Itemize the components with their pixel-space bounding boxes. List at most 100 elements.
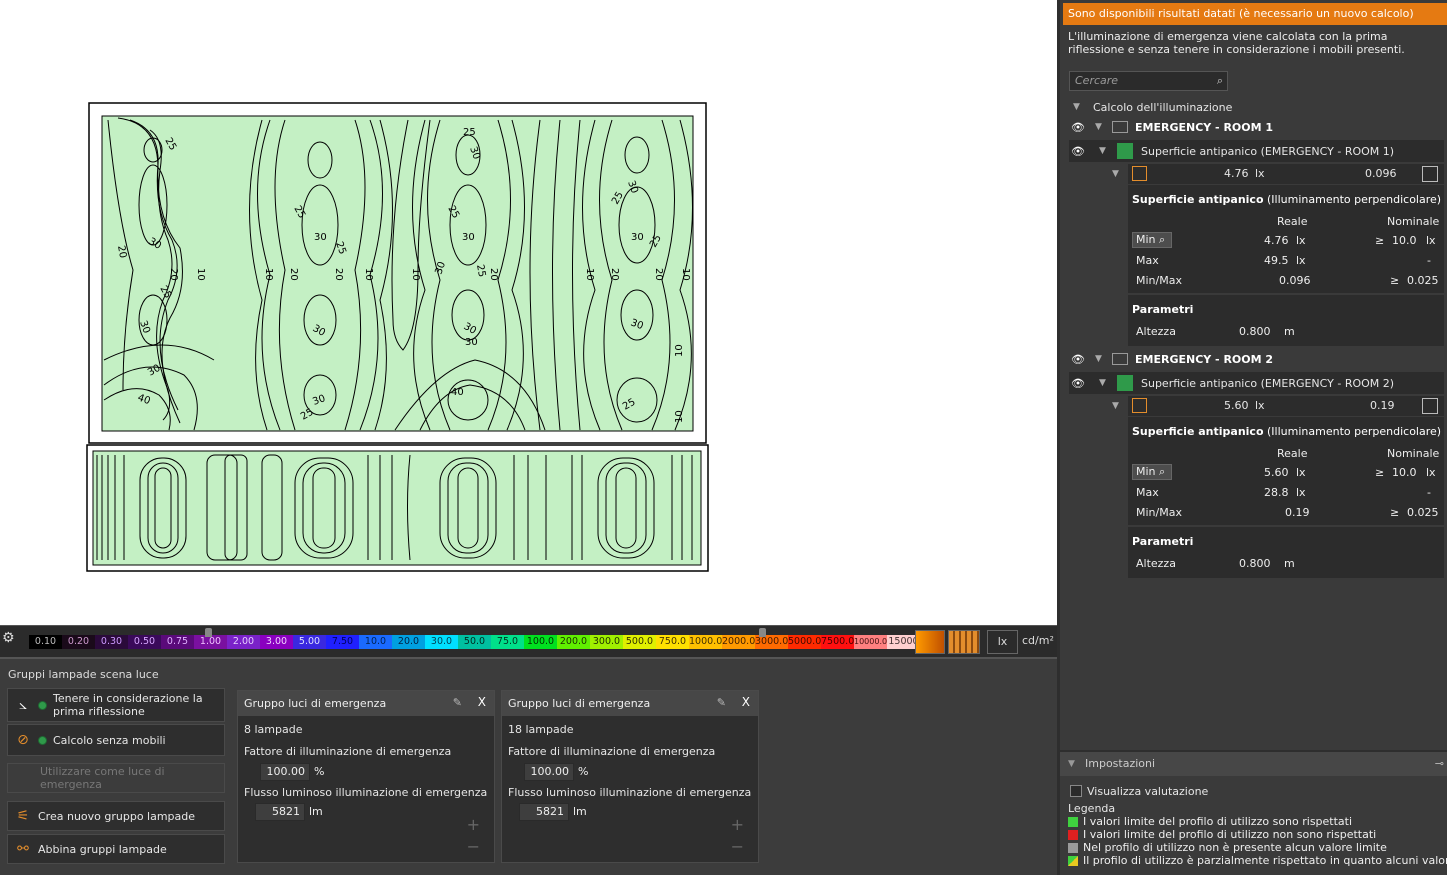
svg-text:30: 30 bbox=[465, 337, 478, 348]
scale-min-handle[interactable] bbox=[205, 628, 212, 637]
curve-icon[interactable] bbox=[1422, 398, 1438, 414]
first-reflection-label: Tenere in considerazione la prima rifles… bbox=[53, 692, 203, 718]
isoline-viewport[interactable]: 25 30 20 10 25 30 20 30 40 25 30 10 20 2… bbox=[0, 0, 1057, 625]
tree-surface-2[interactable]: 👁 ▼ Superficie antipanico (EMERGENCY - R… bbox=[1069, 372, 1444, 394]
scale-max-handle[interactable] bbox=[759, 628, 766, 637]
edit-icon[interactable]: ✎ bbox=[717, 696, 726, 709]
tree-root[interactable]: ▼ Calcolo dell'illuminazione bbox=[1069, 96, 1444, 118]
results-tree: ▼ Calcolo dell'illuminazione 👁 ▼ EMERGEN… bbox=[1069, 96, 1444, 744]
chevron-down-icon[interactable]: ▼ bbox=[1095, 354, 1102, 364]
plus-icon[interactable]: + bbox=[467, 815, 480, 834]
group-title: Gruppo luci di emergenza bbox=[508, 697, 651, 710]
tree-room-2[interactable]: 👁 ▼ EMERGENCY - ROOM 2 bbox=[1069, 348, 1444, 370]
row-label: Min bbox=[1136, 465, 1156, 478]
flux-input[interactable]: 5821 bbox=[255, 803, 305, 821]
card-divider bbox=[1128, 293, 1444, 295]
min-locate-button[interactable]: Min ⌕ bbox=[1132, 464, 1172, 480]
create-lamp-group-button[interactable]: ⚟ Crea nuovo gruppo lampade bbox=[7, 801, 225, 831]
factor-input[interactable]: 100.00 bbox=[260, 763, 310, 781]
close-group-button[interactable]: X bbox=[478, 695, 486, 709]
eye-icon[interactable]: 👁 bbox=[1071, 121, 1085, 134]
chevron-down-icon[interactable]: ▼ bbox=[1099, 378, 1106, 388]
settings-header[interactable]: ▼ Impostazioni ⊸ bbox=[1060, 752, 1447, 776]
no-furniture-button[interactable]: ⊘ Calcolo senza mobili bbox=[7, 724, 225, 756]
chevron-down-icon[interactable]: ▼ bbox=[1068, 752, 1075, 776]
unit-cd-label[interactable]: cd/m² bbox=[1022, 634, 1054, 647]
use-as-emergency-button[interactable]: Utilizzare come luce di emergenza bbox=[7, 763, 225, 793]
scale-step: 3000.0 bbox=[755, 635, 788, 649]
tree-surface-1[interactable]: 👁 ▼ Superficie antipanico (EMERGENCY - R… bbox=[1069, 140, 1444, 162]
legend-swatch bbox=[1068, 816, 1078, 827]
eye-icon[interactable]: 👁 bbox=[1071, 145, 1085, 158]
height-label: Altezza bbox=[1136, 557, 1176, 570]
flux-input[interactable]: 5821 bbox=[519, 803, 569, 821]
svg-text:10: 10 bbox=[410, 268, 421, 281]
scale-track[interactable]: 0.10 0.20 0.30 0.50 0.75 1.00 2.00 3.00 5.00 7.50… bbox=[29, 635, 920, 649]
card-title-rest: (Illuminamento perpendicolare) bbox=[1267, 193, 1442, 206]
scale-step: 750.0 bbox=[656, 635, 689, 649]
edit-icon[interactable]: ✎ bbox=[453, 696, 462, 709]
unit-lx-button[interactable]: lx bbox=[987, 630, 1018, 654]
scale-step: 2.00 bbox=[227, 635, 260, 649]
eye-icon[interactable]: 👁 bbox=[1071, 353, 1085, 366]
show-evaluation-checkbox[interactable] bbox=[1070, 785, 1082, 797]
legend-item: Il profilo di utilizzo è parzialmente ri… bbox=[1068, 854, 1447, 867]
factor-input[interactable]: 100.00 bbox=[524, 763, 574, 781]
chevron-down-icon[interactable]: ▼ bbox=[1099, 146, 1106, 156]
summary-min: 4.76 bbox=[1224, 167, 1249, 180]
scale-step: 5000.0 bbox=[788, 635, 821, 649]
match-lamp-groups-button[interactable]: ⚯ Abbina gruppi lampade bbox=[7, 834, 225, 864]
use-as-emergency-label: Utilizzare come luce di emergenza bbox=[40, 765, 165, 791]
curve-icon[interactable] bbox=[1422, 166, 1438, 182]
legend-item: Nel profilo di utilizzo non è presente a… bbox=[1068, 841, 1387, 854]
svg-text:20: 20 bbox=[115, 245, 128, 259]
min-locate-button[interactable]: Min ⌕ bbox=[1132, 232, 1172, 248]
svg-text:20: 20 bbox=[609, 268, 620, 281]
eye-icon[interactable]: 👁 bbox=[1071, 377, 1085, 390]
chevron-down-icon[interactable]: ▼ bbox=[1073, 102, 1080, 112]
min-real-unit: lx bbox=[1296, 466, 1306, 479]
ratio-ge: ≥ bbox=[1390, 274, 1400, 287]
first-reflection-button[interactable]: ⦣ Tenere in considerazione la prima rifl… bbox=[7, 688, 225, 722]
summary-ratio: 0.096 bbox=[1365, 167, 1397, 180]
plus-icon[interactable]: + bbox=[731, 815, 744, 834]
svg-text:20: 20 bbox=[333, 268, 344, 281]
card-divider bbox=[1128, 525, 1444, 527]
scale-step: 50.0 bbox=[458, 635, 491, 649]
max-real: 49.5 bbox=[1264, 254, 1289, 267]
close-group-button[interactable]: X bbox=[742, 695, 750, 709]
group-title: Gruppo luci di emergenza bbox=[244, 697, 387, 710]
ratio-nominal: 0.025 bbox=[1407, 274, 1439, 287]
scale-step: 500.0 bbox=[623, 635, 656, 649]
tree-room-1[interactable]: 👁 ▼ EMERGENCY - ROOM 1 bbox=[1069, 116, 1444, 138]
gear-icon[interactable]: ⚙ bbox=[2, 630, 15, 646]
no-furniture-label: Calcolo senza mobili bbox=[53, 733, 166, 747]
chevron-down-icon[interactable]: ▼ bbox=[1112, 401, 1119, 411]
pin-icon[interactable]: ⊸ bbox=[1435, 752, 1444, 776]
params-title: Parametri bbox=[1132, 535, 1194, 548]
factor-unit: % bbox=[314, 765, 325, 778]
max-nominal: - bbox=[1427, 486, 1431, 499]
scale-step: 20.0 bbox=[392, 635, 425, 649]
summary-row: 4.76 lx 0.096 bbox=[1128, 164, 1444, 184]
col-nominal: Nominale bbox=[1387, 447, 1440, 460]
search-icon: ⌕ bbox=[1159, 233, 1166, 246]
max-nominal: - bbox=[1427, 254, 1431, 267]
minus-icon[interactable]: − bbox=[467, 837, 480, 856]
stepped-mode-button[interactable] bbox=[948, 630, 980, 654]
search-input[interactable]: Cercare ⌕ bbox=[1069, 71, 1228, 91]
height-value: 0.800 bbox=[1239, 325, 1271, 338]
chevron-down-icon[interactable]: ▼ bbox=[1112, 169, 1119, 179]
minus-icon[interactable]: − bbox=[731, 837, 744, 856]
svg-text:25: 25 bbox=[463, 127, 476, 138]
scale-step: 2000.0 bbox=[722, 635, 755, 649]
min-ge: ≥ bbox=[1375, 234, 1385, 247]
outdated-results-warning[interactable]: Sono disponibili risultati datati (è nec… bbox=[1063, 3, 1447, 25]
row-label: Min bbox=[1136, 233, 1156, 246]
search-icon[interactable]: ⌕ bbox=[1217, 72, 1223, 90]
gradient-mode-button[interactable] bbox=[915, 630, 945, 654]
scale-step: 5.00 bbox=[293, 635, 326, 649]
show-evaluation-label[interactable]: Visualizza valutazione bbox=[1087, 785, 1208, 798]
isoline-plan: 25 30 20 10 25 30 20 30 40 25 30 10 20 2… bbox=[86, 102, 709, 572]
chevron-down-icon[interactable]: ▼ bbox=[1095, 122, 1102, 132]
